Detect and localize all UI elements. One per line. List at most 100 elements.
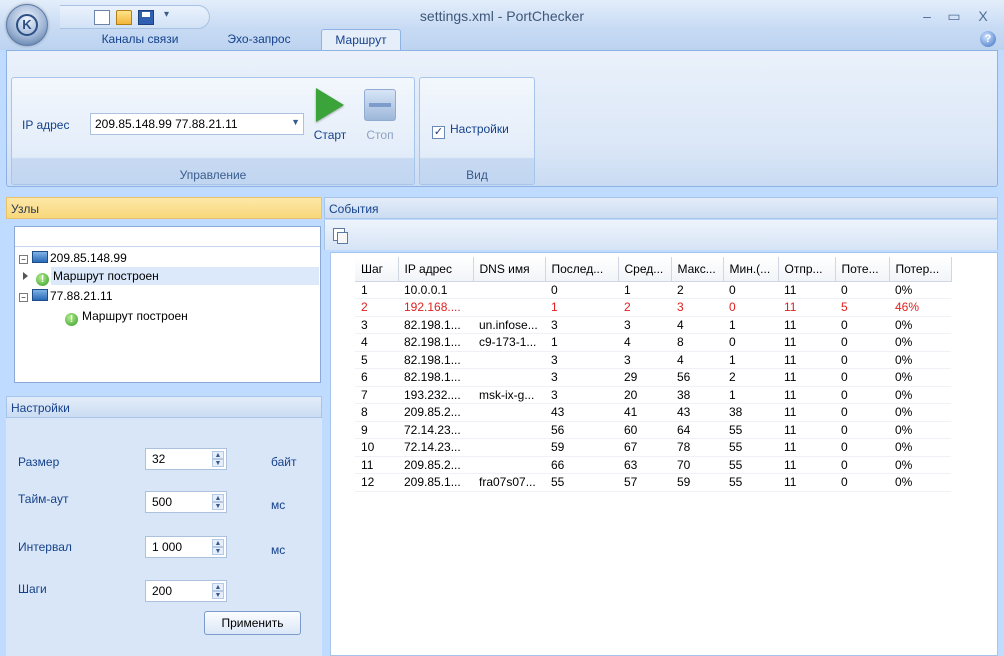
chevron-up-icon[interactable]: ▲ [212,451,224,459]
table-cell: 4 [618,333,671,352]
table-cell: 11 [778,386,835,404]
collapse-icon[interactable]: − [19,293,28,302]
table-cell: 2 [355,298,398,317]
timeout-label: Тайм-аут [18,492,69,506]
settings-checkbox[interactable]: ✓ Настройки [432,122,509,139]
checkbox-check-icon[interactable]: ✓ [432,126,445,139]
chevron-down-icon[interactable]: ▼ [212,547,224,555]
table-row[interactable]: 5 82.198.1... 3 3 4 1 11 0 0% [355,351,951,369]
stepper-arrows[interactable]: ▲ ▼ [212,494,224,510]
table-cell: 8 [671,333,723,352]
chevron-down-icon[interactable]: ▼ [212,502,224,510]
tree-node-route-1[interactable]: ! Маршрут построен [23,267,319,286]
table-row[interactable]: 1 10.0.0.1 0 1 2 0 11 0 0% [355,281,951,299]
steps-stepper[interactable]: 200 ▲ ▼ [145,580,227,602]
column-header[interactable]: Мин.(... [723,257,779,282]
table-cell: 9 [355,421,398,439]
column-header[interactable]: Потер... [889,257,952,282]
events-table: Шаг IP адрес DNS имя Послед... Сред... Макс..… [355,257,952,492]
table-cell: 82.198.1... [398,351,473,369]
table-cell: 2 [618,298,671,317]
table-cell: 55 [545,473,618,492]
table-cell: 66 [545,456,618,474]
ip-address-combobox[interactable]: 209.85.148.99 77.88.21.11 ▼ [90,113,304,135]
stepper-arrows[interactable]: ▲ ▼ [212,451,224,467]
stepper-arrows[interactable]: ▲ ▼ [212,583,224,599]
route-1-status: Маршрут построен [53,269,159,283]
tab-route[interactable]: Маршрут [321,29,401,51]
table-cell: 11 [778,333,835,352]
timeout-stepper[interactable]: 500 ▲ ▼ [145,491,227,513]
table-row[interactable]: 2 192.168.... 1 2 3 0 11 5 46% [355,298,951,317]
table-cell: 43 [671,403,723,422]
table-cell: 192.168.... [398,298,473,317]
table-cell [473,456,545,474]
copy-icon[interactable] [333,228,348,244]
tree-node-host-1[interactable]: − 209.85.148.99 [19,249,127,267]
settings-panel-header: Настройки [6,396,322,418]
table-cell: 43 [545,403,618,422]
table-cell: 59 [545,438,618,457]
tab-echo-request[interactable]: Эхо-запрос [208,29,310,51]
table-cell: 55 [723,421,778,439]
column-header[interactable]: DNS имя [473,257,546,282]
settings-panel: Размер 32 ▲ ▼ байт Тайм-аут 500 ▲ ▼ мс Инт… [6,418,322,656]
chevron-up-icon[interactable]: ▲ [212,494,224,502]
size-stepper[interactable]: 32 ▲ ▼ [145,448,227,470]
column-header[interactable]: IP адрес [398,257,474,282]
computer-icon [32,251,48,263]
table-row[interactable]: 3 82.198.1... un.infose... 3 3 4 1 11 0 0% [355,316,951,334]
table-row[interactable]: 7 193.232.... msk-ix-g... 3 20 38 1 11 0 0% [355,386,951,404]
chevron-down-icon[interactable]: ▼ [291,117,300,127]
column-header[interactable]: Макс... [671,257,724,282]
table-cell: 11 [778,456,835,474]
table-cell: msk-ix-g... [473,386,545,404]
column-header[interactable]: Поте... [835,257,890,282]
chevron-down-icon[interactable]: ▼ [212,591,224,599]
maximize-button[interactable]: ▭ [942,6,966,26]
table-cell: 0 [835,368,889,387]
table-row[interactable]: 10 72.14.23... 59 67 78 55 11 0 0% [355,438,951,457]
stop-label: Стоп [366,128,394,142]
minimize-button[interactable]: – [915,6,939,26]
table-row[interactable]: 4 82.198.1... c9-173-1... 1 4 8 0 11 0 0% [355,333,951,352]
table-cell: 0% [889,316,951,334]
chevron-up-icon[interactable]: ▲ [212,583,224,591]
column-header[interactable]: Отпр... [778,257,836,282]
table-cell: 78 [671,438,723,457]
chevron-down-icon[interactable]: ▼ [212,459,224,467]
table-cell: 3 [545,351,618,369]
events-toolbar [324,220,998,250]
table-row[interactable]: 11 209.85.2... 66 63 70 55 11 0 0% [355,456,951,474]
table-row[interactable]: 12 209.85.1... fra07s07... 55 57 59 55 11 0 0% [355,473,951,492]
table-cell: 1 [355,281,398,299]
column-header[interactable]: Послед... [545,257,619,282]
table-cell: 38 [671,386,723,404]
table-cell: 64 [671,421,723,439]
tree-node-route-2[interactable]: ! Маршрут построен [65,307,188,326]
close-button[interactable]: X [971,6,995,26]
tab-channels[interactable]: Каналы связи [80,29,200,51]
table-cell: 70 [671,456,723,474]
start-button[interactable]: Старт [308,88,352,142]
table-row[interactable]: 8 209.85.2... 43 41 43 38 11 0 0% [355,403,951,422]
tree-node-host-2[interactable]: − 77.88.21.11 [19,287,113,305]
table-cell: 72.14.23... [398,421,473,439]
group-label-view: Вид [466,168,488,182]
table-cell: 56 [545,421,618,439]
column-header[interactable]: Сред... [618,257,672,282]
table-row[interactable]: 9 72.14.23... 56 60 64 55 11 0 0% [355,421,951,439]
collapse-icon[interactable]: − [19,255,28,264]
stepper-arrows[interactable]: ▲ ▼ [212,539,224,555]
chevron-up-icon[interactable]: ▲ [212,539,224,547]
stop-button[interactable]: Стоп [358,88,402,142]
start-label: Старт [313,128,347,142]
table-cell: 55 [723,438,778,457]
help-icon[interactable]: ? [980,31,996,47]
table-cell: 209.85.1... [398,473,473,492]
apply-button[interactable]: Применить [204,611,301,635]
table-row[interactable]: 6 82.198.1... 3 29 56 2 11 0 0% [355,368,951,387]
table-cell [473,421,545,439]
interval-stepper[interactable]: 1 000 ▲ ▼ [145,536,227,558]
column-header[interactable]: Шаг [355,257,399,282]
